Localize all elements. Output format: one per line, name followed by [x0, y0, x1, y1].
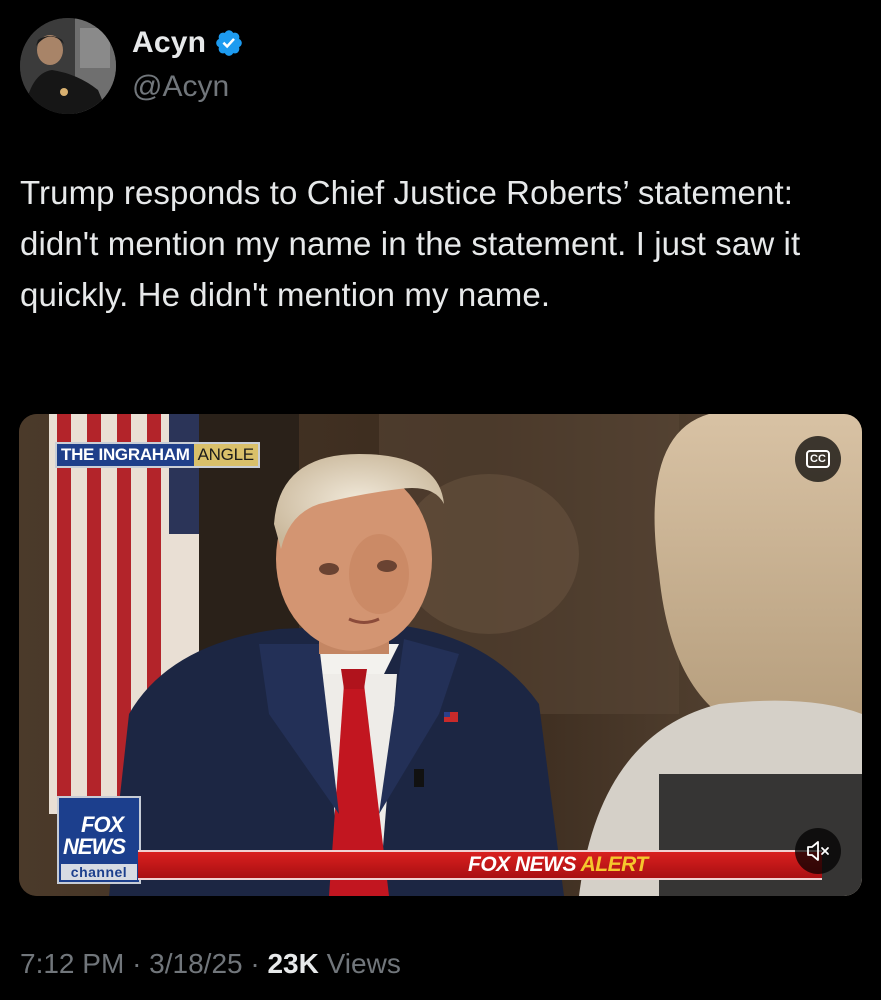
closed-captions-icon: CC	[806, 450, 830, 468]
author-display-name[interactable]: Acyn	[132, 26, 206, 60]
alert-part1: FOX NEWS	[468, 853, 577, 876]
tweet-time[interactable]: 7:12 PM	[20, 948, 124, 979]
show-title-bug: THE INGRAHAM ANGLE	[55, 442, 260, 468]
tweet-metadata: 7:12 PM · 3/18/25 · 23K Views	[20, 948, 401, 980]
video-frame	[19, 414, 862, 896]
speaker-muted-icon	[807, 841, 829, 861]
mute-button[interactable]	[795, 828, 841, 874]
show-title-part1: THE INGRAHAM	[57, 444, 194, 466]
show-title-part2: ANGLE	[193, 444, 258, 466]
views-label: Views	[326, 948, 401, 979]
author-handle[interactable]: @Acyn	[132, 70, 229, 104]
tweet-date[interactable]: 3/18/25	[149, 948, 242, 979]
logo-line2: NEWS	[63, 834, 126, 859]
logo-line1: FOX	[81, 812, 124, 837]
closed-captions-button[interactable]: CC	[795, 436, 841, 482]
alert-text: FOX NEWS ALERT	[468, 853, 648, 877]
fox-news-logo: FOX NEWS channel	[57, 796, 141, 884]
views-count: 23K	[267, 948, 319, 979]
verified-badge-icon[interactable]	[214, 28, 244, 58]
logo-line3: channel	[61, 864, 137, 880]
tweet-text: Trump responds to Chief Justice Roberts’…	[20, 174, 801, 313]
avatar[interactable]	[20, 18, 116, 114]
alert-part2: ALERT	[580, 853, 649, 876]
avatar-image	[20, 18, 116, 114]
separator: ·	[132, 948, 142, 979]
alert-banner: FOX NEWS ALERT	[138, 850, 822, 880]
video-player[interactable]: THE INGRAHAM ANGLE CC FOX NEWS channel F…	[19, 414, 862, 896]
separator: ·	[250, 948, 260, 979]
